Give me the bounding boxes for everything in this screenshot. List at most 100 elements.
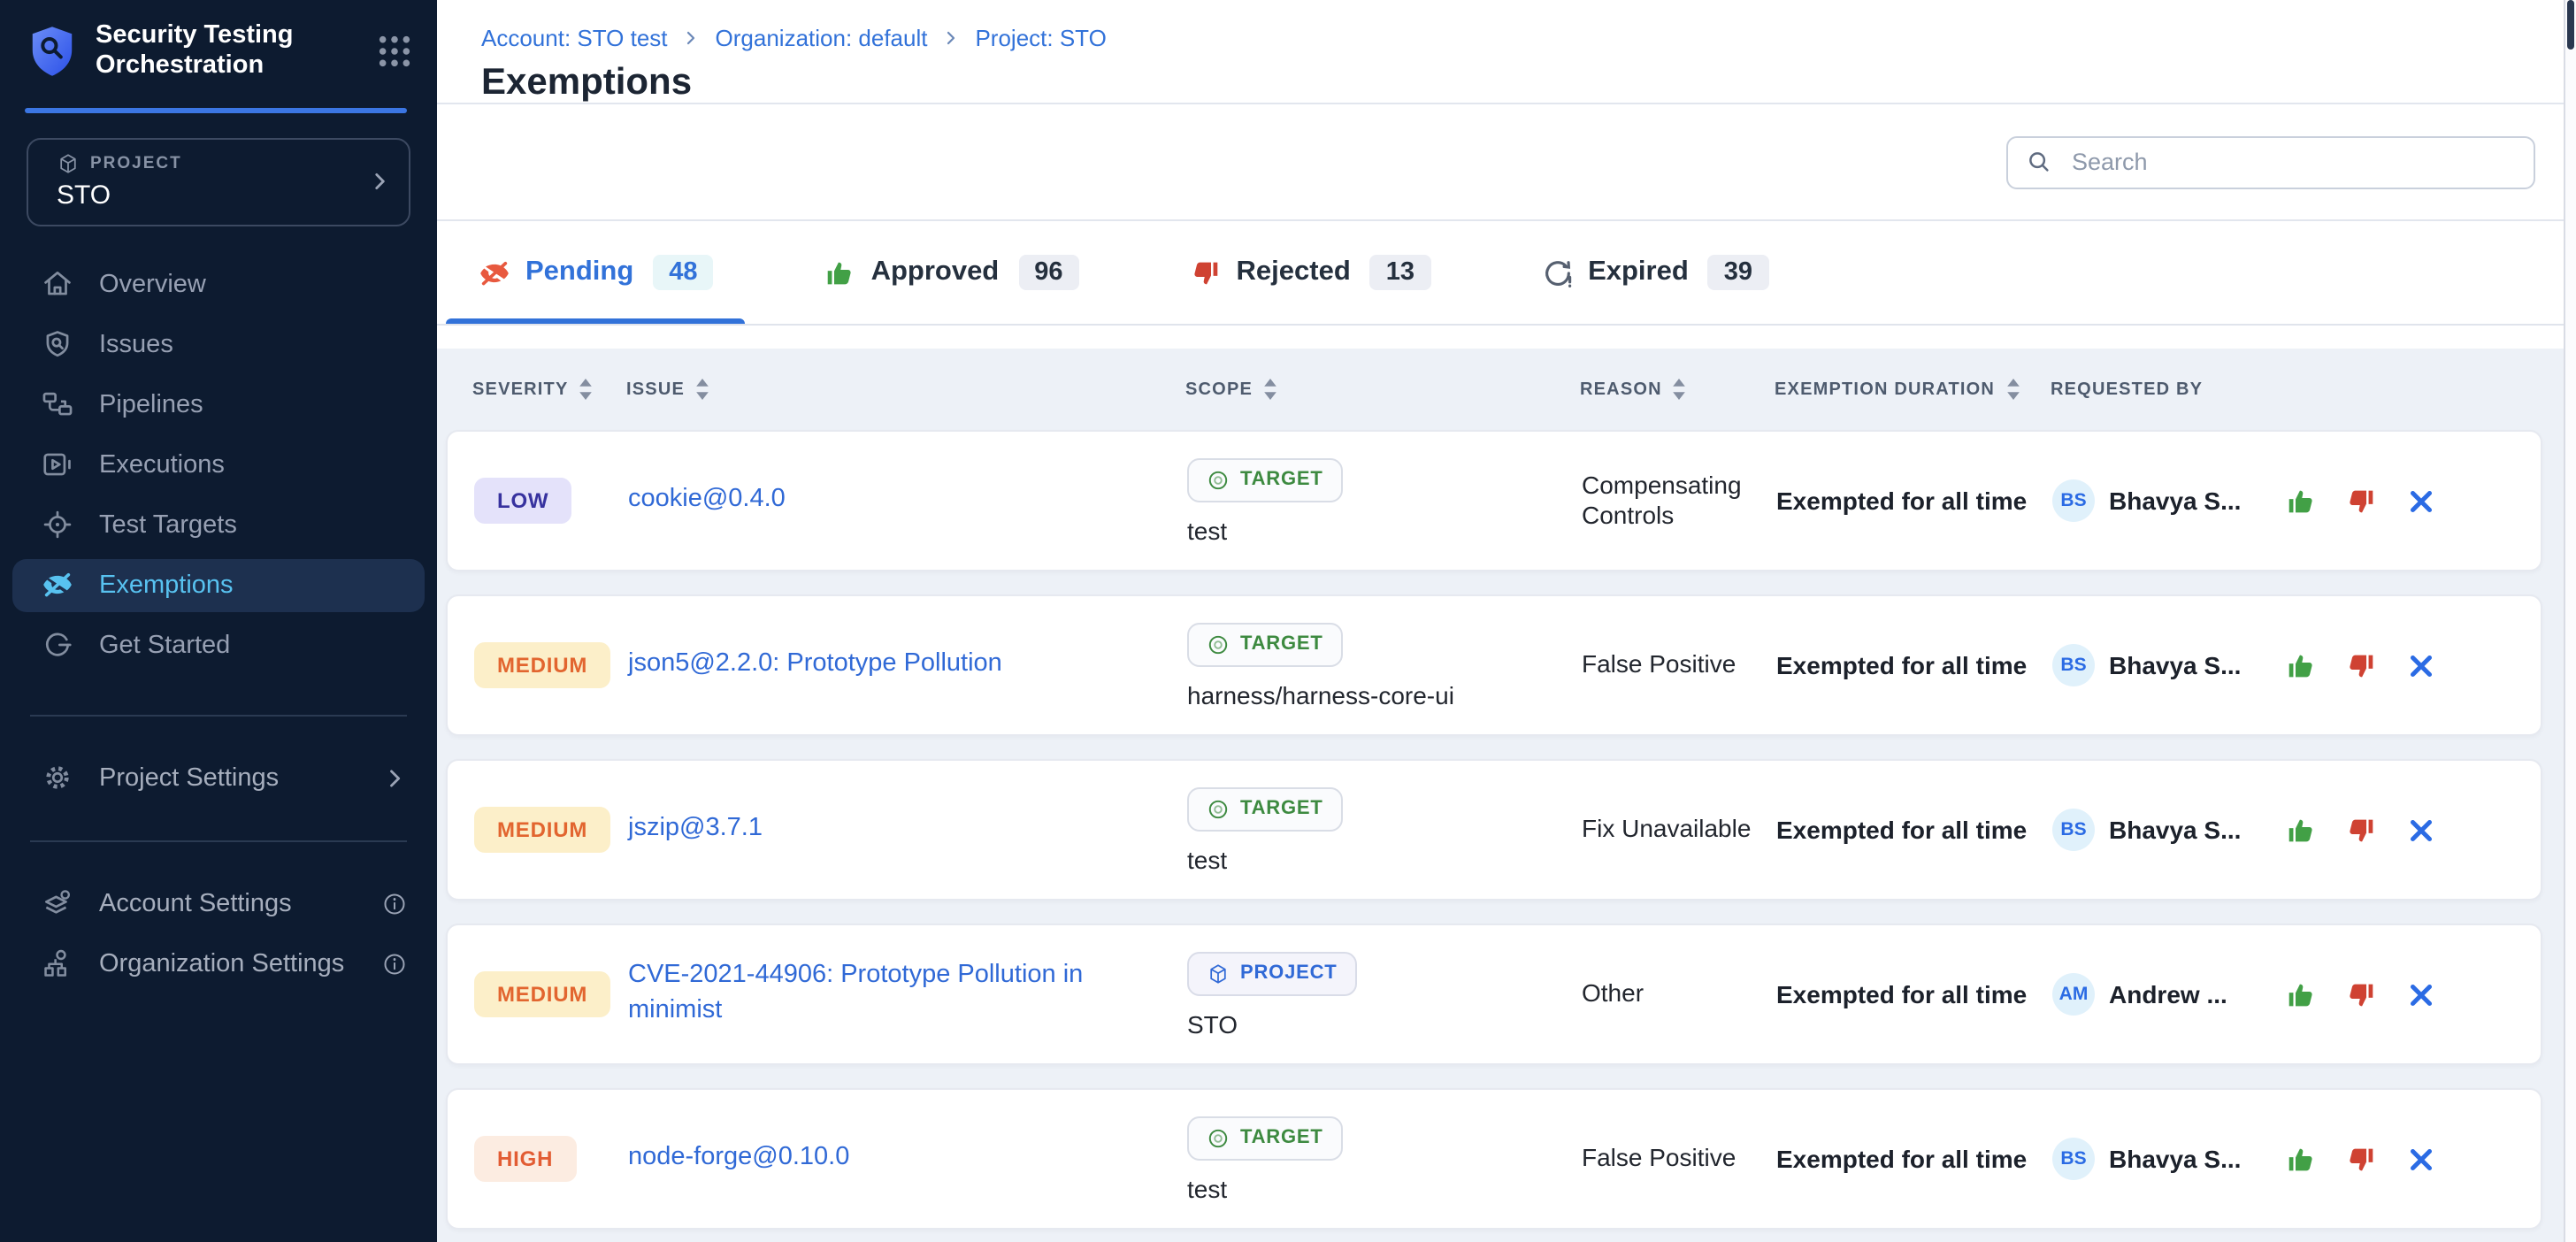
tab-pending[interactable]: Pending 48: [446, 221, 746, 324]
tab-count-badge: 39: [1708, 255, 1768, 290]
table-row[interactable]: HIGH node-forge@0.10.0 TARGET test False…: [446, 1088, 2542, 1230]
issue-link[interactable]: json5@2.2.0: Prototype Pollution: [628, 648, 1027, 682]
executions-play-icon: [41, 448, 74, 482]
sidebar-item-label: Issues: [99, 331, 173, 359]
clock-refresh-icon: [1540, 256, 1574, 289]
breadcrumb-organization[interactable]: Organization: default: [716, 25, 928, 51]
requester-name: Bhavya S...: [2109, 1145, 2241, 1173]
tab-approved[interactable]: Approved 96: [792, 221, 1111, 324]
sidebar-item-label: Organization Settings: [99, 950, 344, 978]
reason-text: Fix Unavailable: [1582, 815, 1776, 846]
exemption-duration-text: Exempted for all time: [1776, 651, 2052, 679]
thumbs-down-icon: [2343, 648, 2377, 682]
column-header-severity[interactable]: SEVERITY: [472, 379, 626, 400]
table-header-row: SEVERITY ISSUE SCOPE REASON EXEMPTION DU…: [446, 349, 2542, 430]
approve-button[interactable]: [2282, 648, 2318, 683]
approve-button[interactable]: [2282, 1141, 2318, 1177]
home-icon: [41, 268, 74, 302]
scope-name: test: [1187, 516, 1227, 544]
vertical-scrollbar[interactable]: [2564, 0, 2576, 1242]
sidebar-item-executions[interactable]: Executions: [12, 435, 425, 495]
sidebar-nav: Overview Issues Pipelines: [0, 255, 437, 676]
sidebar-item-exemptions[interactable]: Exemptions: [12, 559, 425, 612]
thumbs-up-icon: [2283, 648, 2317, 682]
project-selector-label: PROJECT: [90, 155, 182, 174]
avatar: BS: [2052, 1138, 2095, 1180]
table-row[interactable]: MEDIUM jszip@3.7.1 TARGET test Fix Unava…: [446, 759, 2542, 901]
cancel-button[interactable]: [2403, 1141, 2438, 1177]
module-switcher-grid-icon[interactable]: [377, 34, 412, 70]
sidebar-item-issues[interactable]: Issues: [12, 315, 425, 375]
table-row[interactable]: LOW cookie@0.4.0 TARGET test Compensatin…: [446, 430, 2542, 571]
issue-link[interactable]: CVE-2021-44906: Prototype Pollution in m…: [628, 960, 1187, 1029]
project-selector[interactable]: PROJECT STO: [27, 138, 410, 226]
cancel-button[interactable]: [2403, 648, 2438, 683]
search-input[interactable]: [2068, 147, 2516, 177]
scrollbar-thumb[interactable]: [2567, 0, 2574, 50]
sidebar-item-label: Get Started: [99, 632, 230, 660]
status-tabs: Pending 48 Approved 96 Rejected 13 Expir…: [437, 221, 2564, 326]
sidebar-item-project-settings[interactable]: Project Settings: [12, 748, 425, 809]
sidebar-item-label: Account Settings: [99, 890, 292, 918]
scope-name: test: [1187, 845, 1227, 873]
sidebar-item-account-settings[interactable]: Account Settings: [12, 874, 425, 934]
column-header-reason[interactable]: REASON: [1580, 379, 1775, 400]
sidebar-item-organization-settings[interactable]: Organization Settings: [12, 934, 425, 994]
issue-link[interactable]: jszip@3.7.1: [628, 812, 787, 847]
reject-button[interactable]: [2342, 977, 2378, 1012]
close-icon: [2404, 813, 2437, 847]
breadcrumb-project[interactable]: Project: STO: [975, 25, 1106, 51]
reject-button[interactable]: [2342, 648, 2378, 683]
target-icon: [1207, 797, 1230, 820]
sort-icon: [1673, 379, 1687, 400]
close-icon: [2404, 484, 2437, 518]
column-header-issue[interactable]: ISSUE: [626, 379, 1185, 400]
approve-button[interactable]: [2282, 977, 2318, 1012]
reason-text: Other: [1582, 979, 1776, 1010]
reject-button[interactable]: [2342, 1141, 2378, 1177]
sidebar-item-overview[interactable]: Overview: [12, 255, 425, 315]
thumbs-up-icon: [2283, 978, 2317, 1011]
scope-type-badge: TARGET: [1187, 786, 1343, 831]
cancel-button[interactable]: [2403, 483, 2438, 518]
scope-type-badge: PROJECT: [1187, 951, 1357, 995]
tab-expired[interactable]: Expired 39: [1508, 221, 1800, 324]
column-header-scope[interactable]: SCOPE: [1185, 379, 1580, 400]
sidebar-item-label: Test Targets: [99, 511, 237, 540]
exemption-duration-text: Exempted for all time: [1776, 816, 2052, 844]
get-started-icon: [41, 629, 74, 663]
issue-link[interactable]: node-forge@0.10.0: [628, 1141, 874, 1176]
issue-link[interactable]: cookie@0.4.0: [628, 483, 810, 518]
requester-name: Bhavya S...: [2109, 487, 2241, 515]
sidebar-item-label: Overview: [99, 271, 206, 299]
sidebar-item-get-started[interactable]: Get Started: [12, 616, 425, 676]
eye-slash-icon: [478, 256, 511, 289]
app-header: Security Testing Orchestration: [0, 0, 437, 101]
approve-button[interactable]: [2282, 483, 2318, 518]
breadcrumb-account[interactable]: Account: STO test: [481, 25, 668, 51]
cancel-button[interactable]: [2403, 812, 2438, 847]
sidebar-item-test-targets[interactable]: Test Targets: [12, 495, 425, 556]
reject-button[interactable]: [2342, 483, 2378, 518]
reject-button[interactable]: [2342, 812, 2378, 847]
target-icon: [1207, 468, 1230, 491]
approve-button[interactable]: [2282, 812, 2318, 847]
tab-rejected[interactable]: Rejected 13: [1157, 221, 1463, 324]
tab-label: Expired: [1588, 257, 1689, 288]
column-header-exemption-duration[interactable]: EXEMPTION DURATION: [1775, 379, 2051, 400]
table-row[interactable]: MEDIUM json5@2.2.0: Prototype Pollution …: [446, 594, 2542, 736]
thumbs-down-icon: [2343, 813, 2377, 847]
exemption-duration-text: Exempted for all time: [1776, 980, 2052, 1008]
sidebar-item-pipelines[interactable]: Pipelines: [12, 375, 425, 435]
table-row[interactable]: MEDIUM CVE-2021-44906: Prototype Polluti…: [446, 924, 2542, 1065]
info-icon[interactable]: [382, 892, 407, 916]
tab-label: Rejected: [1237, 257, 1351, 288]
column-header-requested-by[interactable]: REQUESTED BY: [2051, 380, 2273, 399]
info-icon[interactable]: [382, 952, 407, 977]
thumbs-down-icon: [1189, 256, 1223, 289]
close-icon: [2404, 1142, 2437, 1176]
page-header: Account: STO test Organization: default …: [437, 0, 2564, 103]
scope-type-badge: TARGET: [1187, 622, 1343, 666]
avatar: BS: [2052, 644, 2095, 686]
cancel-button[interactable]: [2403, 977, 2438, 1012]
